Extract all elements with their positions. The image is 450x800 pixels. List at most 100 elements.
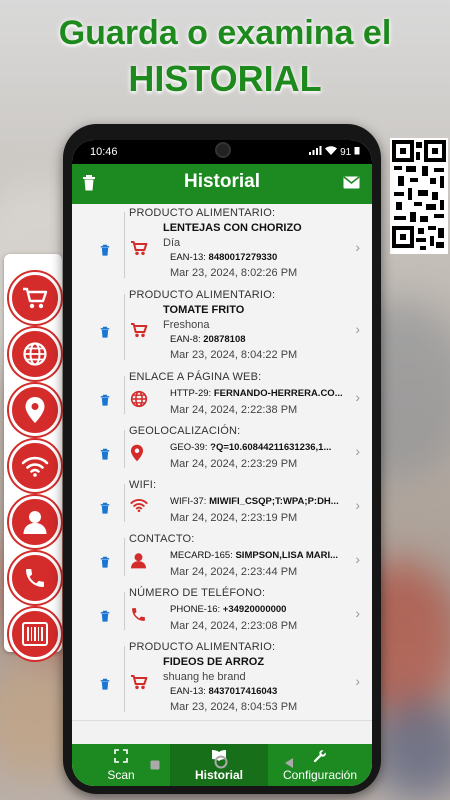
item-date: Mar 24, 2024, 2:23:08 PM xyxy=(170,620,298,632)
delete-icon[interactable] xyxy=(100,609,110,627)
item-code-prefix: PHONE-16: xyxy=(170,604,221,615)
chevron-right-icon: › xyxy=(355,497,360,513)
chevron-right-icon: › xyxy=(355,443,360,459)
divider xyxy=(124,646,125,712)
divider xyxy=(124,212,125,278)
delete-icon[interactable] xyxy=(100,243,110,261)
phone-frame: 10:46 91 Historial PRODUCTO ALIMENTARIO:… xyxy=(63,124,381,794)
battery-level: 91 xyxy=(340,147,352,158)
item-date: Mar 24, 2024, 2:22:38 PM xyxy=(170,404,298,416)
item-code-value: +34920000000 xyxy=(222,604,287,615)
mail-icon[interactable] xyxy=(343,176,360,194)
status-time: 10:46 xyxy=(90,146,118,158)
chevron-right-icon: › xyxy=(355,239,360,255)
globe-icon xyxy=(130,390,148,413)
headline-line1: Guarda o examina el xyxy=(58,14,392,52)
phone-icon xyxy=(130,606,147,628)
barcode-icon xyxy=(9,608,61,660)
item-code-prefix: MECARD-165: xyxy=(170,550,233,561)
delete-icon[interactable] xyxy=(100,325,110,343)
item-category: PRODUCTO ALIMENTARIO: xyxy=(129,289,276,301)
app-screen: 10:46 91 Historial PRODUCTO ALIMENTARIO:… xyxy=(72,140,372,786)
item-code-prefix: HTTP-29: xyxy=(170,388,212,399)
item-code-value: 8480017279330 xyxy=(208,252,278,263)
item-subtitle: shuang he brand xyxy=(163,671,246,683)
item-category: PRODUCTO ALIMENTARIO: xyxy=(129,641,276,653)
item-date: Mar 23, 2024, 8:02:26 PM xyxy=(170,267,298,279)
page-title: Historial xyxy=(183,171,261,192)
item-code-value: SIMPSON,LISA MARI... xyxy=(235,550,339,561)
item-date: Mar 24, 2024, 2:23:44 PM xyxy=(170,566,298,578)
item-code-value: 20878108 xyxy=(203,334,246,345)
divider xyxy=(124,376,125,414)
feature-icon-rail xyxy=(4,254,62,660)
delete-icon[interactable] xyxy=(100,555,110,573)
list-item[interactable]: PRODUCTO ALIMENTARIO: FIDEOS DE ARROZ shua… xyxy=(72,638,372,721)
list-item[interactable]: WIFI: WIFI-37: MIWIFI_CSQP;T:WPA;P:DH... M… xyxy=(72,476,372,531)
item-category: PRODUCTO ALIMENTARIO: xyxy=(129,207,276,219)
headline-line2: HISTORIAL xyxy=(128,58,322,99)
person-icon xyxy=(9,496,61,548)
back-button[interactable] xyxy=(284,756,294,774)
item-code: EAN-13: 8480017279330 xyxy=(170,252,277,263)
list-item[interactable]: PRODUCTO ALIMENTARIO: LENTEJAS CON CHORIZ… xyxy=(72,204,372,287)
item-code-prefix: EAN-13: xyxy=(170,686,206,697)
history-list: PRODUCTO ALIMENTARIO: LENTEJAS CON CHORIZ… xyxy=(72,204,372,744)
item-code-prefix: EAN-8: xyxy=(170,334,201,345)
item-category: CONTACTO: xyxy=(129,533,195,545)
list-item[interactable]: NÚMERO DE TELÉFONO: PHONE-16: +3492000000… xyxy=(72,584,372,639)
wifi-icon xyxy=(130,498,148,517)
chevron-right-icon: › xyxy=(355,551,360,567)
item-code-value: 8437017416043 xyxy=(208,686,278,697)
divider xyxy=(124,430,125,468)
system-nav-bar xyxy=(72,754,372,778)
cart-icon xyxy=(130,240,148,261)
item-code-prefix: WIFI-37: xyxy=(170,496,207,507)
item-title: LENTEJAS CON CHORIZO xyxy=(163,222,302,234)
recents-button[interactable] xyxy=(150,757,160,775)
item-code-prefix: EAN-13: xyxy=(170,252,206,263)
chevron-right-icon: › xyxy=(355,389,360,405)
item-date: Mar 24, 2024, 2:23:19 PM xyxy=(170,512,298,524)
qr-code-icon xyxy=(390,138,448,254)
status-bar: 10:46 91 xyxy=(72,140,372,164)
item-category: ENLACE A PÁGINA WEB: xyxy=(129,371,262,383)
phone-icon xyxy=(9,552,61,604)
delete-icon[interactable] xyxy=(100,393,110,411)
list-item[interactable]: ENLACE A PÁGINA WEB: HTTP-29: FERNANDO-HE… xyxy=(72,368,372,423)
delete-icon[interactable] xyxy=(100,501,110,519)
chevron-right-icon: › xyxy=(355,321,360,337)
item-code-prefix: GEO-39: xyxy=(170,442,208,453)
person-icon xyxy=(130,552,147,574)
wifi-icon xyxy=(9,440,61,492)
delete-icon[interactable] xyxy=(100,447,110,465)
item-subtitle: Día xyxy=(163,237,181,249)
item-code: PHONE-16: +34920000000 xyxy=(170,604,286,615)
divider xyxy=(124,294,125,360)
chevron-right-icon: › xyxy=(355,673,360,689)
location-pin-icon xyxy=(130,444,144,467)
status-icons: 91 xyxy=(308,146,360,158)
item-category: NÚMERO DE TELÉFONO: xyxy=(129,587,266,599)
item-code: EAN-13: 8437017416043 xyxy=(170,686,277,697)
item-code-value: ?Q=10.60844211631236,1... xyxy=(210,442,332,453)
item-date: Mar 23, 2024, 8:04:22 PM xyxy=(170,349,298,361)
item-code: WIFI-37: MIWIFI_CSQP;T:WPA;P:DH... xyxy=(170,496,339,507)
item-category: GEOLOCALIZACIÓN: xyxy=(129,425,241,437)
item-code: EAN-8: 20878108 xyxy=(170,334,246,345)
item-code-value: MIWIFI_CSQP;T:WPA;P:DH... xyxy=(209,496,339,507)
list-item[interactable]: PRODUCTO ALIMENTARIO: TOMATE FRITO Freshon… xyxy=(72,286,372,369)
chevron-right-icon: › xyxy=(355,605,360,621)
list-item[interactable]: GEOLOCALIZACIÓN: GEO-39: ?Q=10.6084421163… xyxy=(72,422,372,477)
item-code: GEO-39: ?Q=10.60844211631236,1... xyxy=(170,442,331,453)
divider xyxy=(124,484,125,522)
divider xyxy=(124,592,125,630)
item-title: FIDEOS DE ARROZ xyxy=(163,656,265,668)
item-subtitle: Freshona xyxy=(163,319,210,331)
delete-icon[interactable] xyxy=(100,677,110,695)
home-button[interactable] xyxy=(214,755,228,774)
globe-icon xyxy=(9,328,61,380)
front-camera xyxy=(215,142,231,158)
list-item[interactable]: CONTACTO: MECARD-165: SIMPSON,LISA MARI..… xyxy=(72,530,372,585)
divider xyxy=(124,538,125,576)
